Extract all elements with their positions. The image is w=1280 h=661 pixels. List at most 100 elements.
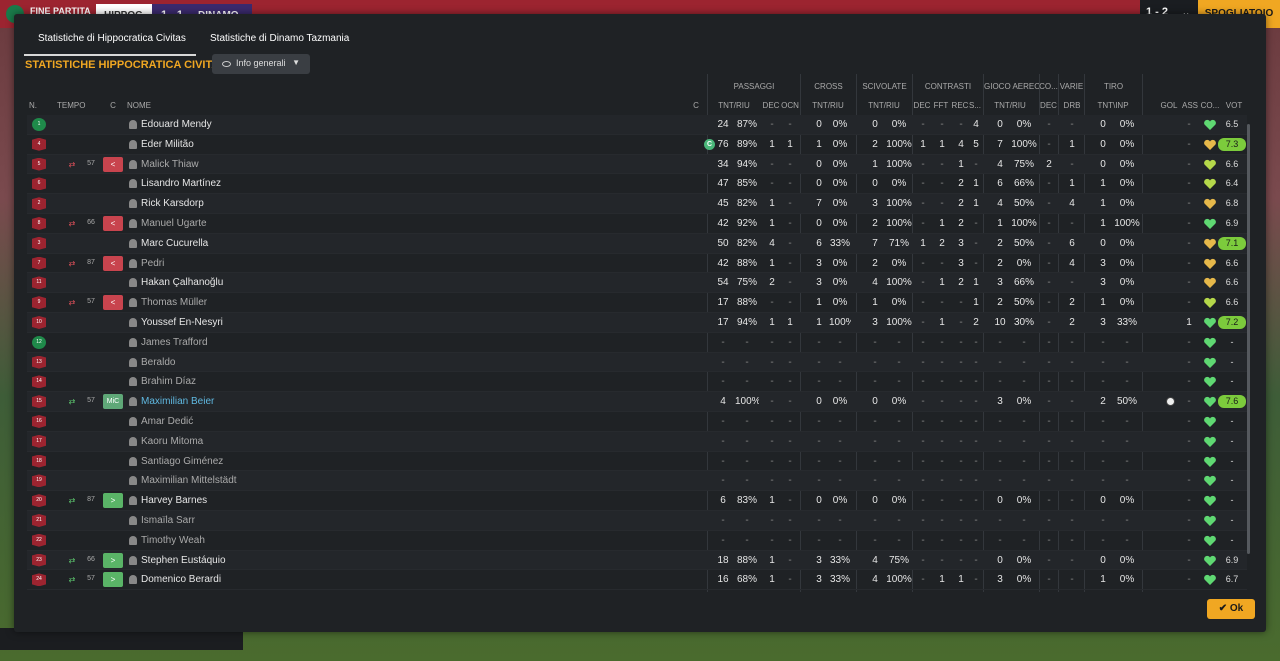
- col-header-c[interactable]: C: [107, 101, 119, 113]
- player-name[interactable]: Éder Militão: [141, 139, 591, 150]
- player-name[interactable]: Thomas Müller: [141, 297, 591, 308]
- col-header-captain[interactable]: C: [690, 101, 702, 113]
- table-row[interactable]: 19 Maximilian Mittelstädt - - - - - - - - - - - - - - - -…: [27, 471, 1247, 492]
- table-row[interactable]: 13 Beraldo - - - - - - - - - - - - - - - - - - - -: [27, 352, 1247, 373]
- stat-cell: 10: [994, 316, 1006, 328]
- stat-cell: 42: [717, 257, 729, 269]
- tab-home-stats[interactable]: Statistiche di Hippocratica Civitas: [24, 28, 196, 56]
- person-icon: [129, 159, 137, 169]
- col-header-con-rec[interactable]: REC: [951, 101, 969, 113]
- col-header-nome[interactable]: NOME: [127, 101, 187, 113]
- player-name[interactable]: Lisandro Martínez: [141, 178, 591, 189]
- stat-cell: 1: [769, 257, 775, 269]
- stat-cell: 0: [997, 554, 1003, 566]
- col-header-con-s[interactable]: S...: [968, 101, 982, 113]
- col-header-aer-tnt[interactable]: TNT/RIU: [991, 101, 1029, 113]
- stat-cell: 3: [997, 277, 1003, 289]
- player-name[interactable]: Marc Cucurella: [141, 238, 591, 249]
- player-name[interactable]: Maximilian Beier: [141, 396, 591, 407]
- player-name[interactable]: Malick Thiaw: [141, 159, 591, 170]
- player-name[interactable]: Timothy Weah: [141, 535, 591, 546]
- table-row[interactable]: 2 Rick Karsdorp 45 82% 1-7 0% 3 100% - -2 1 4 50% -4 1…: [27, 194, 1247, 214]
- table-row[interactable]: 3 Marc Cucurella 50 82% 4-6 33% 7 71% 1 2 3-2 50% -6…: [27, 233, 1247, 254]
- ok-button[interactable]: ✔ Ok: [1207, 599, 1255, 619]
- stat-cell: -: [788, 356, 792, 368]
- table-row[interactable]: 11 Hakan Çalhanoğlu 54 75% 2-3 0% 4 100% -1 2 1 3 66…: [27, 273, 1247, 294]
- player-name[interactable]: Pedri: [141, 258, 591, 269]
- player-name[interactable]: Amar Dedić: [141, 416, 591, 427]
- stat-cell: -: [1101, 415, 1105, 427]
- stat-cell: 0: [1100, 554, 1106, 566]
- table-row[interactable]: 4 Éder Militão C 76 89% 1 1 1 0% 2 100% 1 1 4 5 7 100% -1…: [27, 135, 1247, 155]
- sub-minute: 57: [87, 159, 95, 167]
- player-name[interactable]: Hakan Çalhanoğlu: [141, 277, 591, 288]
- stat-cell: -: [721, 376, 725, 388]
- table-row[interactable]: 21 Ismaïla Sarr - - - - - - - - - - - - - - - - - - - -: [27, 510, 1247, 531]
- player-name[interactable]: Stephen Eustáquio: [141, 555, 591, 566]
- table-row[interactable]: 24 ⇄ 57 > Domenico Berardi 16 68% 1-3 33% 4 100% -1…: [27, 570, 1247, 591]
- player-rating: -: [1230, 514, 1234, 525]
- player-name[interactable]: Beraldo: [141, 357, 591, 368]
- player-name[interactable]: Harvey Barnes: [141, 495, 591, 506]
- scrollbar[interactable]: [1247, 124, 1250, 554]
- player-name[interactable]: Rick Karsdorp: [141, 198, 591, 209]
- col-header-con-fft[interactable]: FFT: [932, 101, 950, 113]
- table-row[interactable]: 15 ⇄ 57 MiC Maximilian Beier 4 100% - -0 0% 0 0% - - -…: [27, 392, 1247, 412]
- stat-cell: 0: [872, 178, 878, 190]
- table-row[interactable]: 16 Amar Dedić - - - - - - - - - - - - - - - - - - - -: [27, 412, 1247, 432]
- table-row[interactable]: 20 ⇄ 87 > Harvey Barnes 6 83% 1-0 0% 0 0% - - - -0 0% - -…: [27, 491, 1247, 511]
- tab-away-stats[interactable]: Statistiche di Dinamo Tazmania: [196, 28, 366, 56]
- col-header-vot[interactable]: VOT: [1223, 101, 1245, 113]
- player-name[interactable]: Kaoru Mitoma: [141, 436, 591, 447]
- table-row[interactable]: 10Youssef En-Nesyri1794%111100%3100%-1-2…: [27, 312, 1247, 333]
- player-name[interactable]: Domenico Berardi: [141, 574, 591, 585]
- col-header-co-dec[interactable]: DEC: [1039, 101, 1058, 113]
- player-name[interactable]: Manuel Ugarte: [141, 218, 591, 229]
- table-row[interactable]: 8 ⇄ 66 < Manuel Ugarte 42 92% 1-0 0% 2 100% -1 2-1 10…: [27, 214, 1247, 234]
- table-row[interactable]: 5 ⇄ 57 < Malick Thiaw 34 94% - -0 0% 1 100% - -1-4 75%…: [27, 154, 1247, 175]
- player-name[interactable]: Brahim Díaz: [141, 376, 591, 387]
- stat-cell: -: [921, 495, 925, 507]
- player-name[interactable]: Édouard Mendy: [141, 119, 591, 130]
- stat-cell: 1: [769, 574, 775, 586]
- table-row[interactable]: 14 Brahim Díaz - - - - - - - - - - - - - - - - - - - -: [27, 372, 1247, 393]
- sub-minute: 57: [87, 298, 95, 306]
- stat-cell: 7: [997, 138, 1003, 150]
- stat-cell: -: [998, 475, 1002, 487]
- col-header-pass-dec[interactable]: DEC: [762, 101, 780, 113]
- table-row[interactable]: 9 ⇄ 57 < Thomas Müller 17 88% - -1 0% 1 0% - - -1 2 50% -…: [27, 293, 1247, 313]
- stat-cell: -: [838, 514, 842, 526]
- table-row[interactable]: 7 ⇄ 87 < Pedri 42 88% 1-3 0% 2 0% - -3-2 0% -4 3 0% -6.6: [27, 254, 1247, 274]
- player-name[interactable]: Youssef En-Nesyri: [141, 317, 591, 328]
- col-header-tiro-tnt[interactable]: TNT\INP: [1093, 101, 1133, 113]
- table-row[interactable]: 17 Kaoru Mitoma - - - - - - - - - - - - - - - - - - - -: [27, 431, 1247, 452]
- table-row[interactable]: 22 Timothy Weah - - - - - - - - - - - - - - - - - - - -: [27, 531, 1247, 551]
- stat-cell: -: [974, 475, 978, 487]
- stat-cell: 4: [997, 158, 1003, 170]
- col-header-cond[interactable]: CO...: [1200, 101, 1220, 113]
- col-header-ass[interactable]: ASS: [1180, 101, 1200, 113]
- stat-cell: -: [998, 376, 1002, 388]
- col-header-cross-tnt[interactable]: TNT/RIU: [809, 101, 847, 113]
- table-row[interactable]: 18 Santiago Giménez - - - - - - - - - - - - - - - - - - - -: [27, 452, 1247, 472]
- col-header-pass-tnt[interactable]: TNT/RIU: [715, 101, 753, 113]
- stat-cell: -: [974, 356, 978, 368]
- table-row[interactable]: 6 Lisandro Martínez 47 85% - -0 0% 0 0% - -2 1 6 66% -…: [27, 174, 1247, 195]
- player-name[interactable]: James Trafford: [141, 337, 591, 348]
- table-row[interactable]: 23 ⇄ 66 > Stephen Eustáquio 18 88% 1-3 33% 4 75% - -…: [27, 550, 1247, 571]
- table-row[interactable]: 12 James Trafford - - - - - - - - - - - - - - - - - - - -: [27, 333, 1247, 353]
- col-header-number[interactable]: N.: [29, 101, 49, 113]
- col-header-tempo[interactable]: TEMPO: [57, 101, 97, 113]
- col-header-drb[interactable]: DRB: [1060, 101, 1084, 113]
- player-name[interactable]: Ismaïla Sarr: [141, 515, 591, 526]
- col-header-con-dec[interactable]: DEC: [913, 101, 931, 113]
- view-dropdown[interactable]: Info generali ▼: [212, 54, 310, 74]
- player-name[interactable]: Maximilian Mittelstädt: [141, 475, 591, 486]
- col-header-pass-ocn[interactable]: OCN: [781, 101, 799, 113]
- col-header-sciv-tnt[interactable]: TNT/RIU: [865, 101, 903, 113]
- stat-cell: 82%: [736, 237, 757, 249]
- table-row[interactable]: 1 Édouard Mendy 24 87% - -0 0% 0 0% - - -4 0 0% - -0 0% -…: [27, 115, 1247, 135]
- player-name[interactable]: Santiago Giménez: [141, 456, 591, 467]
- col-header-gol[interactable]: GOL: [1159, 101, 1179, 113]
- condition-heart-icon: [1203, 218, 1217, 230]
